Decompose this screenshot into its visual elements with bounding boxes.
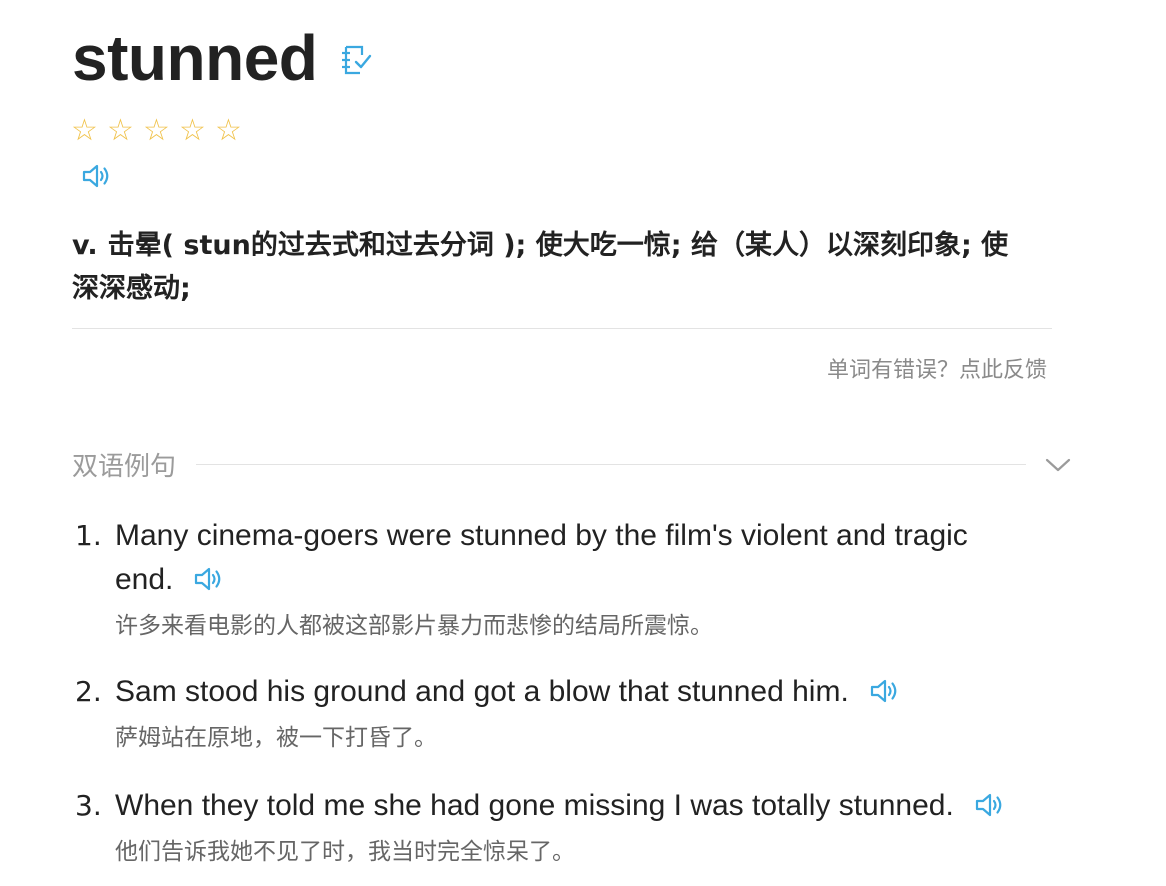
example-english-text: When they told me she had gone missing I… [115, 789, 954, 822]
divider [72, 328, 1052, 329]
headword: stunned [72, 22, 318, 94]
example-english-text: Many cinema-goers were stunned by the fi… [115, 519, 968, 596]
wordbook-add-icon [342, 45, 372, 75]
example-english-text: Sam stood his ground and got a blow that… [115, 675, 849, 708]
example-item: 3. When they told me she had gone missin… [72, 784, 1032, 872]
definition: v. 击晕( stun的过去式和过去分词 ); 使大吃一惊; 给（某人）以深刻印象… [72, 224, 1032, 310]
star-icon: ☆ [143, 113, 170, 148]
definition-text: 击晕( stun的过去式和过去分词 ); 使大吃一惊; 给（某人）以深刻印象; … [72, 230, 1009, 304]
speaker-icon [193, 565, 225, 593]
example-audio-button[interactable] [867, 675, 903, 707]
example-number: 2. [75, 675, 102, 708]
add-to-wordbook-button[interactable] [339, 43, 373, 77]
example-audio-button[interactable] [972, 789, 1008, 821]
star-icon: ☆ [179, 113, 206, 148]
example-list: 1. Many cinema-goers were stunned by the… [72, 514, 1032, 872]
speaker-icon [81, 162, 113, 190]
star-icon: ☆ [215, 113, 242, 148]
word-header: stunned [72, 18, 373, 98]
example-english: Sam stood his ground and got a blow that… [115, 670, 1032, 714]
feedback-link[interactable]: 单词有错误？点此反馈 [827, 352, 1047, 384]
speaker-icon [974, 791, 1006, 819]
example-english: Many cinema-goers were stunned by the fi… [115, 514, 972, 602]
example-translation: 许多来看电影的人都被这部影片暴力而悲惨的结局所震惊。 [115, 613, 713, 639]
star-icon: ☆ [107, 113, 134, 148]
example-item: 2. Sam stood his ground and got a blow t… [72, 670, 1032, 758]
example-number: 3. [75, 789, 102, 822]
example-number: 1. [75, 519, 102, 552]
example-audio-button[interactable] [191, 563, 227, 595]
star-rating: ☆ ☆ ☆ ☆ ☆ [71, 114, 251, 148]
example-english: When they told me she had gone missing I… [115, 784, 1032, 828]
section-divider [196, 464, 1026, 465]
pronunciation-button[interactable] [80, 160, 114, 192]
star-icon: ☆ [71, 113, 98, 148]
part-of-speech: v. [72, 230, 98, 261]
chevron-down-icon [1045, 458, 1071, 471]
example-translation: 他们告诉我她不见了时，我当时完全惊呆了。 [115, 839, 575, 865]
example-translation: 萨姆站在原地，被一下打昏了。 [115, 725, 437, 751]
collapse-toggle-button[interactable] [1044, 451, 1072, 479]
speaker-icon [869, 677, 901, 705]
section-title: 双语例句 [72, 452, 177, 482]
example-item: 1. Many cinema-goers were stunned by the… [72, 514, 972, 646]
examples-section-header: 双语例句 [72, 446, 1072, 483]
